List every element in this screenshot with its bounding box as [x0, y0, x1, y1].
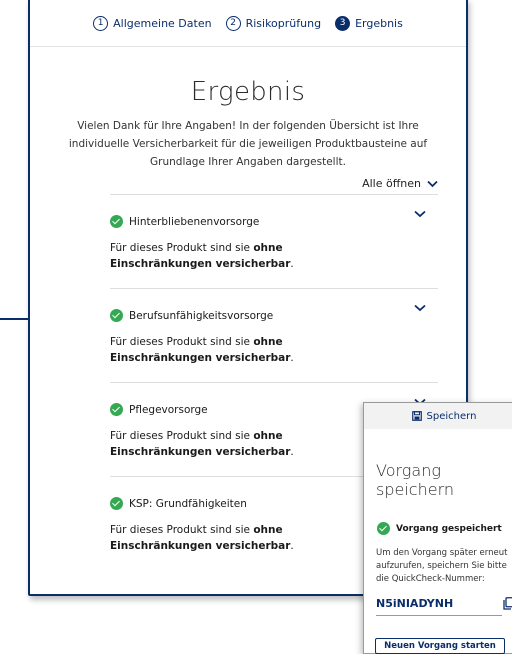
open-all-label: Alle öffnen — [362, 177, 421, 190]
saved-status-label: Vorgang gespeichert — [396, 523, 502, 534]
step-label: Ergebnis — [355, 16, 403, 30]
product-result-text: Für dieses Produkt sind sie ohne Einschr… — [110, 336, 294, 364]
dialog-title: Vorgang speichern — [376, 461, 454, 499]
check-circle-icon — [110, 309, 123, 322]
page-title: Ergebnis — [190, 77, 306, 107]
product-item-hinterbliebenenvorsorge[interactable]: Hinterbliebenenvorsorge Für dieses Produ… — [110, 194, 438, 288]
dialog-instructions: Um den Vorgang später erneut aufzurufen,… — [376, 548, 508, 584]
step-allgemeine-daten[interactable]: 1 Allgemeine Daten — [93, 15, 212, 31]
intro-text: Vielen Dank für Ihre Angaben! In der fol… — [68, 120, 428, 168]
step-label: Risikoprüfung — [245, 16, 322, 30]
stepper: 1 Allgemeine Daten 2 Risikoprüfung 3 Erg… — [30, 0, 466, 47]
copy-icon[interactable] — [503, 597, 512, 610]
check-circle-icon — [110, 215, 123, 228]
chevron-down-icon[interactable] — [414, 210, 426, 218]
product-name: Pflegevorsorge — [129, 403, 208, 416]
step-number: 1 — [93, 15, 109, 31]
quickcheck-number: N5iNIADYNH — [376, 597, 454, 610]
open-all-button[interactable]: Alle öffnen — [362, 177, 438, 190]
step-label: Allgemeine Daten — [113, 16, 212, 30]
step-ergebnis[interactable]: 3 Ergebnis — [335, 15, 403, 31]
check-circle-icon — [377, 522, 390, 535]
save-icon — [411, 411, 422, 421]
saved-status: Vorgang gespeichert — [377, 522, 512, 535]
quickcheck-row: N5iNIADYNH — [376, 597, 512, 610]
save-tab-label: Speichern — [426, 410, 477, 422]
step-number: 3 — [335, 15, 351, 31]
save-dialog: Speichern Vorgang speichern Vorgang gesp… — [363, 402, 512, 654]
product-item-berufsunfaehigkeitsvorsorge[interactable]: Berufsunfähigkeitsvorsorge Für dieses Pr… — [110, 288, 438, 382]
code-underline — [376, 615, 502, 616]
step-number: 2 — [225, 15, 241, 31]
check-circle-icon — [110, 497, 123, 510]
chevron-down-icon — [427, 180, 438, 187]
product-result-text: Für dieses Produkt sind sie ohne Einschr… — [110, 242, 294, 270]
product-result-text: Für dieses Produkt sind sie ohne Einschr… — [110, 524, 294, 552]
product-name: KSP: Grundfähigkeiten — [129, 497, 247, 510]
save-tab[interactable]: Speichern — [364, 403, 512, 429]
product-result-text: Für dieses Produkt sind sie ohne Einschr… — [110, 430, 294, 458]
step-risikopruefung[interactable]: 2 Risikoprüfung — [225, 15, 322, 31]
product-name: Berufsunfähigkeitsvorsorge — [129, 309, 274, 322]
product-name: Hinterbliebenenvorsorge — [129, 215, 260, 228]
chevron-down-icon[interactable] — [414, 304, 426, 312]
check-circle-icon — [110, 403, 123, 416]
new-process-button[interactable]: Neuen Vorgang starten — [375, 638, 505, 654]
